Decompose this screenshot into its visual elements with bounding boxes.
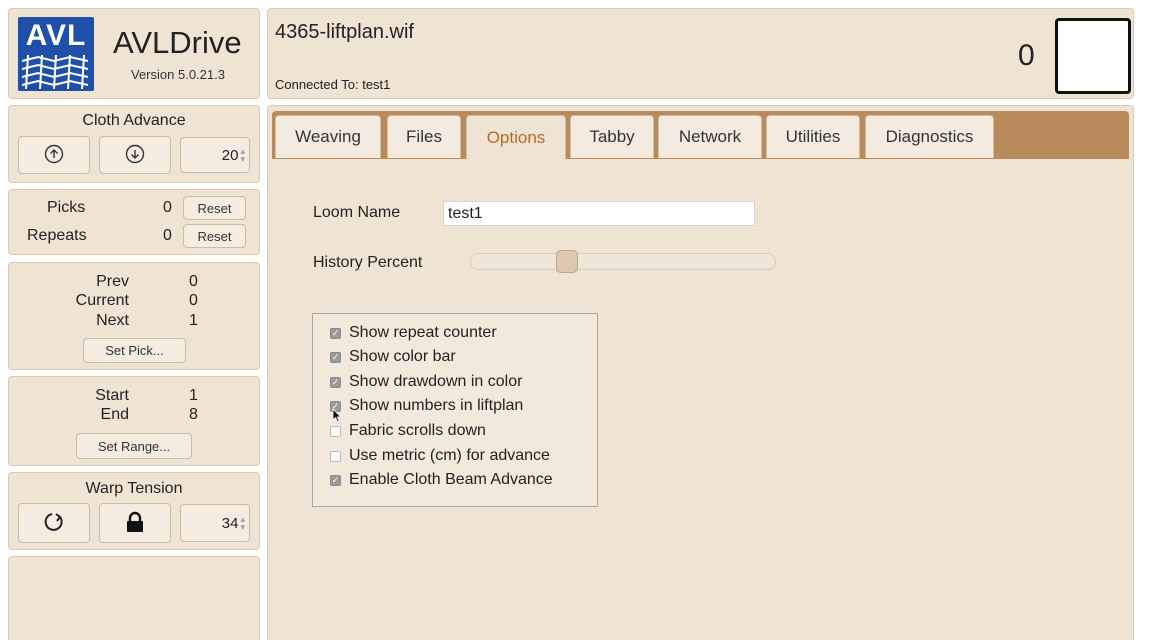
checkbox[interactable]: ✓ [330,351,341,363]
avl-logo: AVL [18,17,94,91]
stepper-arrows-icon[interactable]: ▴ ▾ [240,515,245,532]
picks-label: Picks [47,199,86,216]
next-value: 1 [189,312,198,329]
file-header-panel: 4365-liftplan.wif Connected To: test1 0 [267,8,1134,99]
option-fabric-scrolls-down[interactable]: Fabric scrolls down [330,422,486,440]
checkbox-label: Show color bar [349,348,456,365]
file-name: 4365-liftplan.wif [275,21,414,43]
logo-text: AVL [25,19,87,52]
pick-info-panel: Prev 0 Current 0 Next 1 Set Pick... [8,262,260,370]
checkbox[interactable] [330,450,341,462]
warp-tension-value: 34 [221,514,239,532]
current-value: 0 [189,292,198,309]
tab-weaving[interactable]: Weaving [275,115,381,158]
option-show-numbers-liftplan[interactable]: ✓ Show numbers in liftplan [330,397,523,415]
checkbox-label: Use metric (cm) for advance [349,447,550,464]
stepper-arrows-icon[interactable]: ▴ ▾ [240,147,245,164]
end-value: 8 [189,406,198,423]
reset-picks-button[interactable]: Reset [183,196,246,220]
tab-diagnostics[interactable]: Diagnostics [865,115,994,158]
tab-network[interactable]: Network [658,115,762,158]
history-percent-label: History Percent [313,254,423,271]
tab-utilities[interactable]: Utilities [766,115,860,158]
tab-tabby[interactable]: Tabby [570,115,654,158]
refresh-icon [43,511,65,536]
cloth-advance-value: 20 [221,146,239,164]
warp-tension-panel: Warp Tension 34 ▴ ▾ [8,472,260,550]
warp-tension-title: Warp Tension [85,480,183,497]
checkbox-label: Show repeat counter [349,324,497,341]
set-range-button[interactable]: Set Range... [76,433,192,459]
slider-thumb[interactable] [556,250,578,273]
repeats-value: 0 [163,227,172,244]
picks-value: 0 [163,199,172,216]
mouse-cursor-icon [332,408,342,428]
cloth-advance-title: Cloth Advance [82,112,186,129]
checkbox-label: Show drawdown in color [349,373,523,390]
range-panel: Start 1 End 8 Set Range... [8,376,260,466]
checkbox-label: Enable Cloth Beam Advance [349,471,553,488]
start-value: 1 [189,387,198,404]
current-label: Current [75,292,129,309]
next-label: Next [96,312,129,329]
reset-repeats-button[interactable]: Reset [183,224,246,248]
option-show-drawdown-color[interactable]: ✓ Show drawdown in color [330,373,522,391]
counters-panel: Picks 0 Reset Repeats 0 Reset [8,189,260,255]
cloth-advance-panel: Cloth Advance 20 ▴ ▾ [8,105,260,183]
checkbox[interactable]: ✓ [330,376,341,388]
tab-files[interactable]: Files [387,115,461,158]
prev-label: Prev [96,273,129,290]
logo-weave-graphic [21,55,89,89]
warp-lock-button[interactable] [99,503,171,543]
checkbox-label: Show numbers in liftplan [349,397,524,414]
app-header-panel: AVL AVLDrive Version 5.0.21.3 [8,8,260,99]
app-version: Version 5.0.21.3 [131,67,225,82]
cloth-advance-stepper[interactable]: 20 ▴ ▾ [180,137,250,173]
app-name: AVLDrive [113,25,242,60]
option-enable-cloth-beam-advance[interactable]: ✓ Enable Cloth Beam Advance [330,471,553,489]
repeats-label: Repeats [27,227,87,244]
arrow-down-circle-icon [125,144,145,167]
connection-status: Connected To: test1 [275,77,391,92]
advance-down-button[interactable] [99,136,171,174]
checkbox[interactable]: ✓ [330,474,341,486]
set-pick-button[interactable]: Set Pick... [83,338,186,363]
start-label: Start [95,387,129,404]
loom-name-label: Loom Name [313,204,401,221]
pick-counter: 0 [1018,39,1035,72]
warp-tension-stepper[interactable]: 34 ▴ ▾ [180,504,250,542]
end-label: End [100,406,129,423]
advance-up-button[interactable] [18,136,90,174]
tab-options[interactable]: Options [466,115,566,160]
option-show-color-bar[interactable]: ✓ Show color bar [330,348,456,366]
checkbox-label: Fabric scrolls down [349,422,486,439]
option-show-repeat-counter[interactable]: ✓ Show repeat counter [330,324,497,342]
history-percent-slider[interactable] [470,250,776,273]
option-use-metric[interactable]: Use metric (cm) for advance [330,447,550,465]
empty-panel [8,556,260,640]
arrow-up-circle-icon [44,144,64,167]
color-swatch-box [1055,18,1131,94]
prev-value: 0 [189,273,198,290]
loom-name-input[interactable] [443,201,755,226]
lock-icon [125,511,145,536]
checkbox[interactable]: ✓ [330,327,341,339]
warp-refresh-button[interactable] [18,503,90,543]
